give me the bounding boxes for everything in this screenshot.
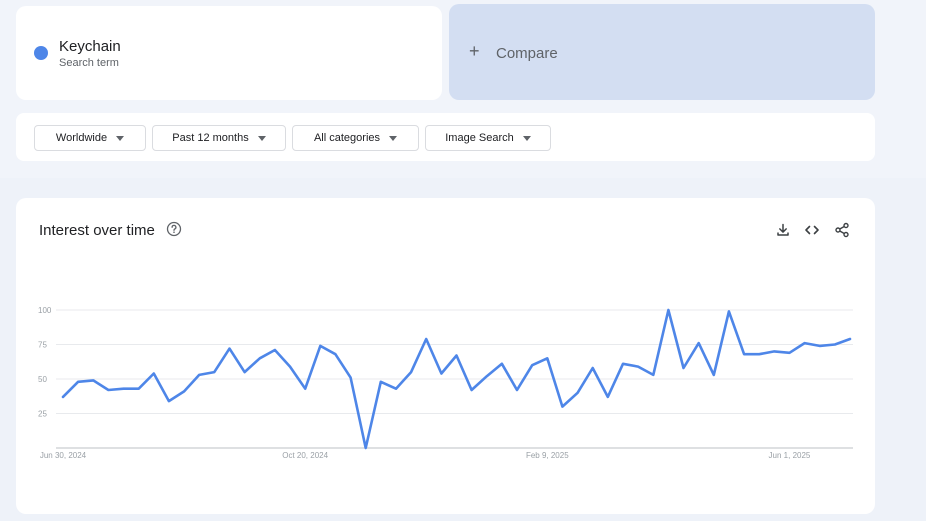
caret-down-icon — [389, 135, 398, 141]
search-term-type: Search term — [59, 57, 119, 69]
search-header: Keychain Search term + Compare Worldwide… — [0, 0, 926, 178]
property-filter[interactable]: Image Search — [425, 125, 551, 151]
compare-label: Compare — [496, 45, 558, 62]
compare-button[interactable]: + Compare — [449, 4, 875, 100]
series-color-dot — [34, 46, 48, 60]
x-tick-label: Jun 30, 2024 — [40, 451, 87, 460]
plus-icon: + — [469, 41, 480, 61]
time-range-filter[interactable]: Past 12 months — [152, 125, 286, 151]
y-tick-label: 50 — [38, 375, 47, 384]
region-filter[interactable]: Worldwide — [34, 125, 146, 151]
category-filter[interactable]: All categories — [292, 125, 419, 151]
x-tick-label: Jun 1, 2025 — [769, 451, 811, 460]
x-tick-label: Feb 9, 2025 — [526, 451, 569, 460]
y-tick-label: 100 — [38, 306, 52, 315]
property-filter-label: Image Search — [445, 132, 514, 144]
interest-over-time-panel: Interest over time 25 50 75 100 Jun 30, 2024… — [16, 198, 875, 514]
category-filter-label: All categories — [313, 132, 381, 144]
search-term-card[interactable]: Keychain Search term — [16, 6, 442, 100]
search-term-name[interactable]: Keychain — [59, 38, 121, 55]
time-range-filter-label: Past 12 months — [172, 132, 249, 144]
interest-line-chart: 25 50 75 100 Jun 30, 2024 Oct 20, 2024 Feb 9, … — [38, 306, 853, 460]
x-tick-label: Oct 20, 2024 — [282, 451, 328, 460]
filter-bar: Worldwide Past 12 months All categories … — [16, 113, 875, 161]
caret-down-icon — [257, 135, 266, 141]
y-tick-label: 75 — [38, 341, 47, 350]
y-tick-label: 25 — [38, 410, 47, 419]
region-filter-label: Worldwide — [55, 132, 108, 144]
caret-down-icon — [116, 135, 125, 141]
caret-down-icon — [522, 135, 531, 141]
